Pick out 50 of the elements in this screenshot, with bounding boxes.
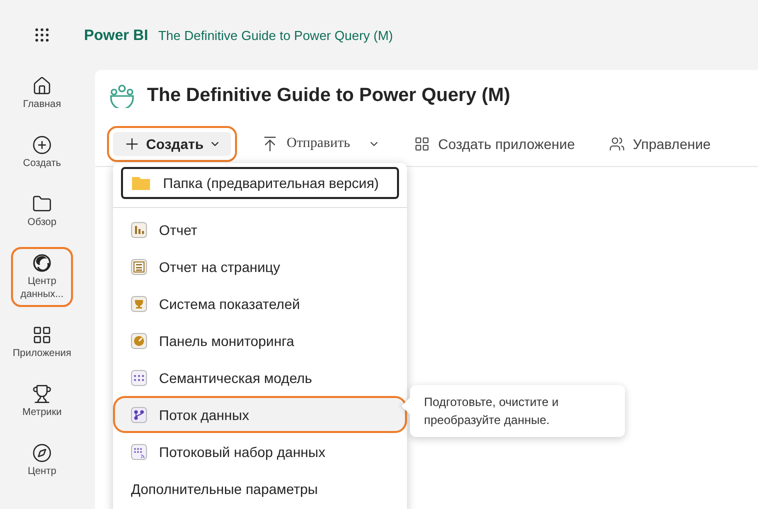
menu-item[interactable]: Потоковый набор данных xyxy=(113,433,407,470)
menu-item[interactable]: Отчет xyxy=(113,211,407,248)
workspace-icon xyxy=(109,84,135,108)
folder-icon xyxy=(32,194,52,214)
tooltip-text: Подготовьте, очистите и преобразуйте данные. xyxy=(424,395,559,427)
app-launcher-icon[interactable] xyxy=(33,26,51,44)
sidebar-item[interactable]: Главная xyxy=(11,70,73,117)
sidebar-item[interactable]: Центр данных... xyxy=(11,247,73,307)
sidebar-item[interactable]: Обзор xyxy=(11,188,73,235)
sidebar-item[interactable]: Приложения xyxy=(11,319,73,366)
menu-item[interactable]: Дополнительные параметры xyxy=(113,470,407,507)
sidebar-item[interactable]: Метрики xyxy=(11,378,73,425)
toolbar-button[interactable]: Создать приложение xyxy=(404,127,585,161)
people-icon xyxy=(608,136,625,152)
sidebar-item-label: Главная xyxy=(22,98,62,111)
menu-item[interactable]: Отчет на страницу xyxy=(113,248,407,285)
apps-icon xyxy=(414,136,430,152)
sidebar-item[interactable]: Центр xyxy=(11,437,73,484)
folder-icon xyxy=(131,175,151,191)
new-button[interactable]: Создать xyxy=(107,126,237,162)
menu-item[interactable]: Папка (предварительная версия) xyxy=(121,167,399,199)
streaming-icon xyxy=(131,444,147,460)
trophy-icon xyxy=(32,384,52,404)
apps-icon xyxy=(32,325,52,345)
menu-item[interactable]: Система показателей xyxy=(113,285,407,322)
menu-item[interactable]: Панель мониторинга xyxy=(113,322,407,359)
gauge-icon xyxy=(131,332,147,348)
compass-icon xyxy=(32,443,52,463)
home-icon xyxy=(32,76,52,96)
menu-item[interactable]: Поток данных xyxy=(113,396,407,433)
sidebar-item-label: Приложения xyxy=(12,347,72,360)
sidebar-item-label: Метрики xyxy=(21,406,63,419)
datahub-icon xyxy=(32,253,52,273)
model-icon xyxy=(131,370,147,386)
sidebar-item-label: Создать xyxy=(22,157,62,170)
dataflow-icon xyxy=(131,406,147,422)
app-name: Power BI xyxy=(84,26,148,44)
trophy-icon xyxy=(131,296,147,312)
toolbar-button[interactable]: Управление xyxy=(598,127,721,161)
bar-chart-icon xyxy=(131,222,147,238)
document-icon xyxy=(131,258,147,274)
plus-circle-icon xyxy=(32,135,52,155)
toolbar-button[interactable]: Отправить xyxy=(250,127,390,161)
sidebar-item-label: Обзор xyxy=(26,216,58,229)
workspace-breadcrumb[interactable]: The Definitive Guide to Power Query (M) xyxy=(158,28,393,42)
sidebar-item-label: Центр данных... xyxy=(20,275,64,301)
menu-item[interactable]: Семантическая модель xyxy=(113,359,407,396)
sidebar-item-label: Центр xyxy=(26,465,58,478)
workspace-title: The Definitive Guide to Power Query (M) xyxy=(147,85,510,107)
sidebar-item[interactable]: Создать xyxy=(11,129,73,176)
